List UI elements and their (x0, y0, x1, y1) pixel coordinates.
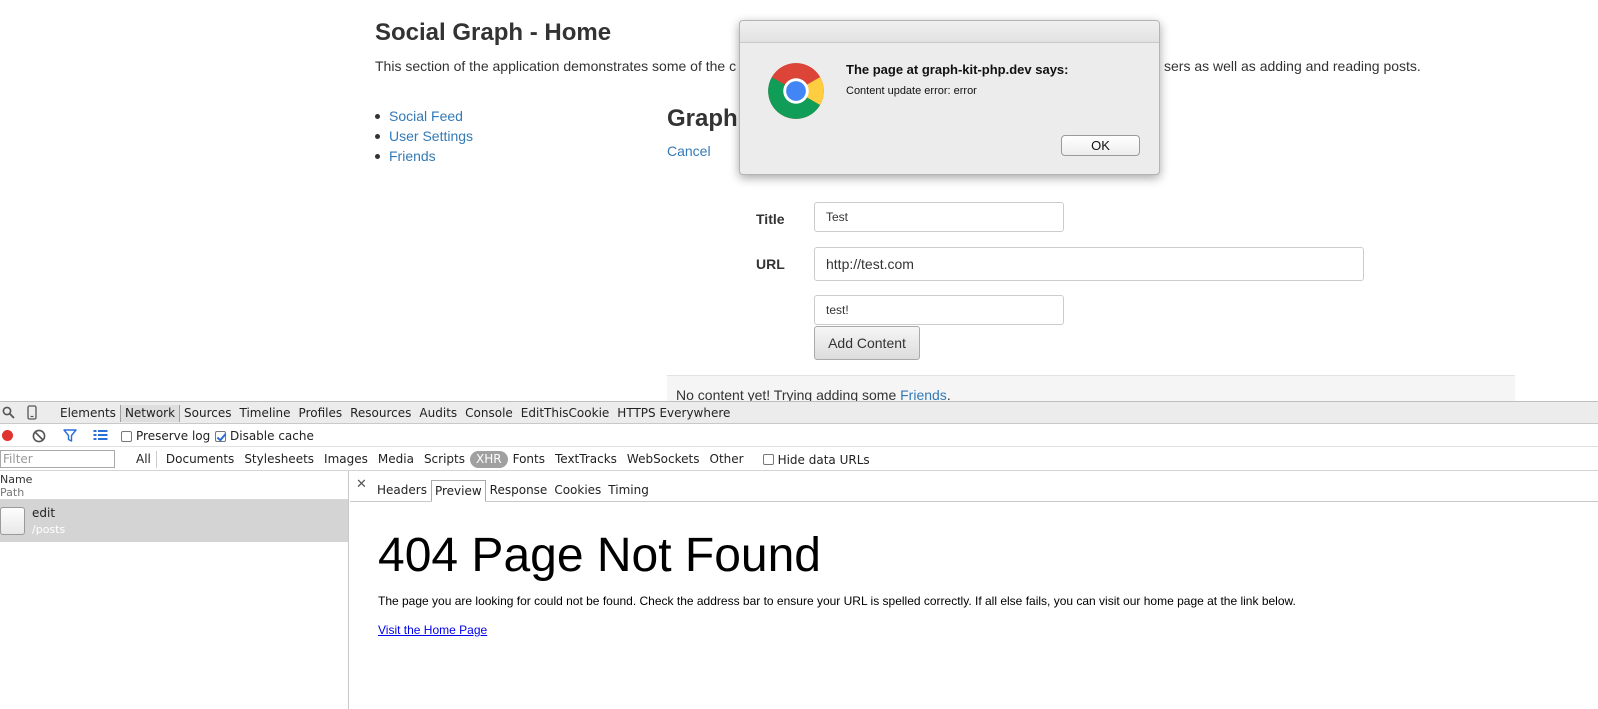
type-filter-xhr[interactable]: XHR (470, 451, 508, 468)
dialog-heading: The page at graph-kit-php.dev says: (846, 62, 1069, 77)
tab-elements[interactable]: Elements (56, 405, 120, 422)
title-label: Title (756, 211, 785, 227)
tab-network[interactable]: Network (119, 405, 181, 422)
ok-button[interactable]: OK (1061, 135, 1140, 156)
type-filter-all[interactable]: All (131, 451, 157, 468)
type-filter-images[interactable]: Images (319, 451, 373, 468)
detail-tabbar: ✕ Headers Preview Response Cookies Timin… (350, 471, 1598, 502)
tab-https-everywhere[interactable]: HTTPS Everywhere (613, 405, 734, 422)
nav-item-social-feed: Social Feed (375, 106, 473, 126)
preview-heading: 404 Page Not Found (378, 529, 821, 582)
column-header-path: Path (0, 486, 25, 499)
type-filter-scripts[interactable]: Scripts (419, 451, 470, 468)
alert-dialog: The page at graph-kit-php.dev says: Cont… (739, 20, 1160, 175)
preview-text: The page you are looking for could not b… (378, 594, 1296, 608)
response-preview: 404 Page Not Found The page you are look… (350, 502, 1598, 709)
tab-response[interactable]: Response (487, 480, 551, 502)
tab-resources[interactable]: Resources (346, 405, 415, 422)
record-icon[interactable] (1, 429, 14, 442)
type-filter-other[interactable]: Other (705, 451, 749, 468)
bullet-icon (375, 114, 380, 119)
tab-editthiscookie[interactable]: EditThisCookie (517, 405, 614, 422)
tab-preview[interactable]: Preview (430, 480, 486, 502)
cancel-link[interactable]: Cancel (667, 143, 711, 159)
content-feed: No content yet! Trying adding some Frien… (667, 375, 1515, 401)
tab-audits[interactable]: Audits (415, 405, 461, 422)
type-filter-stylesheets[interactable]: Stylesheets (239, 451, 319, 468)
hide-data-urls-box (762, 454, 774, 465)
preserve-log-label: Preserve log (136, 429, 211, 443)
devtools-main-toolbar: Elements Network Sources Timeline Profil… (0, 401, 1598, 424)
url-label: URL (756, 256, 785, 272)
page-title: Social Graph - Home (375, 19, 612, 46)
dialog-message: Content update error: error (846, 85, 977, 97)
nav-item-user-settings: User Settings (375, 126, 473, 146)
type-filter-websockets[interactable]: WebSockets (622, 451, 705, 468)
type-filter-media[interactable]: Media (373, 451, 419, 468)
detail-tabs: Headers Preview Response Cookies Timing (374, 480, 653, 502)
type-filter-texttracks[interactable]: TextTracks (550, 451, 622, 468)
disable-cache-box (215, 430, 226, 442)
tab-timeline[interactable]: Timeline (236, 405, 295, 422)
search-icon[interactable] (2, 406, 15, 419)
chrome-logo-icon (768, 63, 824, 119)
nav-link-friends[interactable]: Friends (389, 148, 436, 164)
devtools-panel: Elements Network Sources Timeline Profil… (0, 401, 1598, 709)
device-mode-icon[interactable] (27, 405, 37, 420)
request-list-header: Name Path (0, 471, 348, 500)
network-filter-bar: All Documents Stylesheets Images Media S… (0, 447, 1598, 471)
feed-friends-link[interactable]: Friends (900, 387, 947, 401)
content-text-input[interactable] (814, 295, 1064, 325)
resource-type-filters: All Documents Stylesheets Images Media S… (131, 451, 870, 468)
intro-text-tail: sers as well as adding and reading posts… (1164, 58, 1421, 74)
nav-item-friends: Friends (375, 146, 473, 166)
filter-input[interactable] (0, 450, 115, 468)
type-filter-documents[interactable]: Documents (161, 451, 239, 468)
tab-timing[interactable]: Timing (605, 480, 652, 502)
type-filter-fonts[interactable]: Fonts (508, 451, 550, 468)
feed-empty-text: No content yet! Trying adding some (676, 387, 901, 401)
bullet-icon (375, 134, 380, 139)
tab-cookies[interactable]: Cookies (551, 480, 604, 502)
request-name: edit (32, 506, 56, 520)
disable-cache-label: Disable cache (230, 429, 314, 443)
tab-headers[interactable]: Headers (374, 480, 430, 502)
bullet-icon (375, 154, 380, 159)
preserve-log-checkbox[interactable]: Preserve log (121, 429, 210, 443)
nav-link-user-settings[interactable]: User Settings (389, 128, 473, 144)
tab-console[interactable]: Console (461, 405, 517, 422)
tab-profiles[interactable]: Profiles (295, 405, 347, 422)
request-row[interactable]: edit /posts (0, 500, 348, 542)
hide-data-urls-checkbox[interactable]: Hide data URLs (762, 452, 870, 467)
filter-icon[interactable] (63, 429, 77, 442)
column-header-name[interactable]: Name (0, 473, 348, 486)
request-path: /posts (32, 523, 66, 536)
preserve-log-box (121, 430, 132, 442)
devtools-tabs: Elements Network Sources Timeline Profil… (56, 405, 734, 422)
side-nav: Social Feed User Settings Friends (375, 106, 473, 166)
request-detail-pane: ✕ Headers Preview Response Cookies Timin… (350, 471, 1598, 709)
large-rows-icon[interactable] (93, 429, 108, 441)
home-page-link[interactable]: Visit the Home Page (378, 623, 487, 637)
file-icon (0, 507, 25, 535)
network-toolbar: Preserve log Disable cache (0, 424, 1598, 447)
add-content-button[interactable]: Add Content (814, 326, 920, 360)
dialog-titlebar (740, 21, 1159, 43)
intro-text: This section of the application demonstr… (375, 58, 737, 74)
tab-sources[interactable]: Sources (180, 405, 235, 422)
title-input[interactable] (814, 202, 1064, 232)
section-heading: Graph (667, 105, 738, 132)
nav-link-social-feed[interactable]: Social Feed (389, 108, 463, 124)
disable-cache-checkbox[interactable]: Disable cache (215, 429, 314, 443)
clear-icon[interactable] (32, 429, 46, 443)
feed-empty-suffix: . (946, 387, 951, 401)
close-icon[interactable]: ✕ (356, 477, 367, 492)
hide-data-urls-label: Hide data URLs (777, 452, 870, 467)
url-input[interactable] (814, 247, 1364, 281)
request-list: Name Path edit /posts (0, 471, 349, 709)
